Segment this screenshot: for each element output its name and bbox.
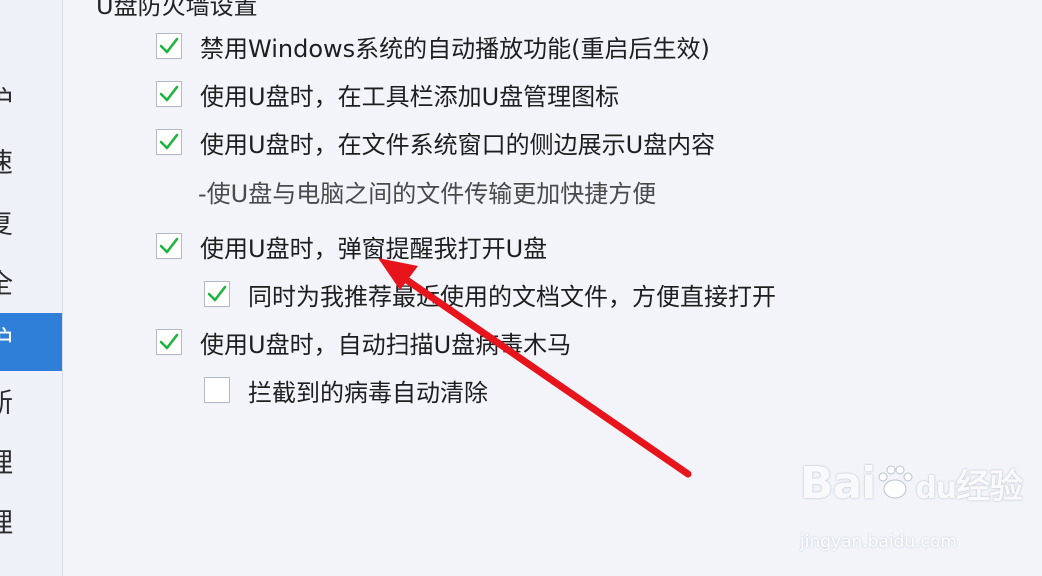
settings-window: 护 速 复 全 护 新 理 理 U盘防火墙设置 禁用Windows系统的自动播放…	[0, 0, 1042, 576]
baidu-jingyan-watermark: Bai du经验 jingyan.baidu.com	[800, 458, 1023, 558]
watermark-logo: Bai du经验	[800, 458, 1023, 509]
paw-icon	[878, 465, 913, 499]
watermark-url: jingyan.baidu.com	[800, 532, 957, 552]
